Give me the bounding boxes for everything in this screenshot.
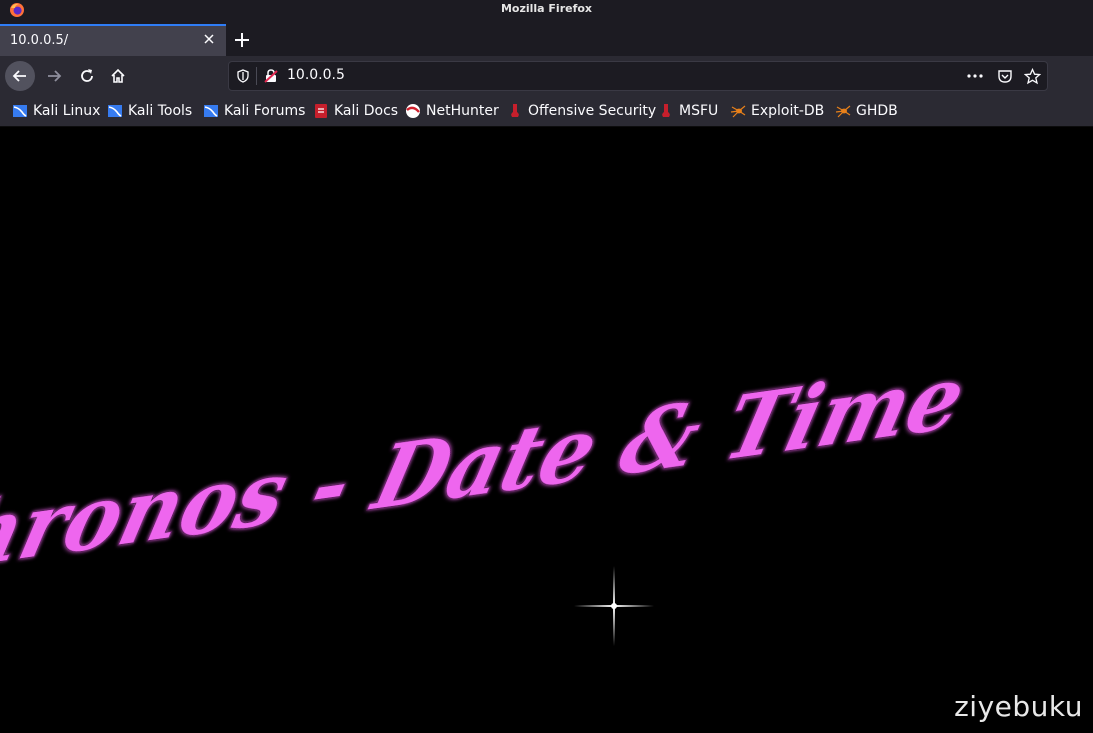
bookmark-label: MSFU [679, 103, 719, 119]
bookmark-label: Kali Linux [33, 103, 101, 119]
kali-docs-icon [315, 104, 327, 118]
offsec-icon [662, 104, 670, 117]
kali-dragon-icon [13, 105, 27, 117]
bookmark-label: Offensive Security [528, 103, 657, 119]
offsec-icon [511, 104, 519, 117]
back-button[interactable] [5, 61, 35, 91]
pocket-icon[interactable] [997, 68, 1013, 84]
bookmark-kali-tools[interactable]: Kali Tools [107, 101, 192, 121]
bookmark-star-icon[interactable] [1024, 68, 1041, 85]
kali-dragon-icon [204, 105, 218, 117]
bookmark-kali-forums[interactable]: Kali Forums [203, 101, 305, 121]
bookmark-kali-docs[interactable]: Kali Docs [313, 101, 398, 121]
new-tab-icon[interactable] [230, 28, 254, 52]
exploitdb-spider-icon [730, 105, 746, 118]
bookmark-nethunter[interactable]: NetHunter [405, 101, 499, 121]
bookmark-ghdb[interactable]: GHDB [835, 101, 898, 121]
url-bar[interactable]: 10.0.0.5 [228, 61, 1048, 91]
reload-button[interactable] [72, 61, 102, 91]
arrow-right-icon [48, 70, 62, 82]
bookmark-kali-linux[interactable]: Kali Linux [12, 101, 100, 121]
home-icon [111, 68, 125, 83]
exploitdb-spider-icon [835, 105, 851, 118]
bookmark-offensive-security[interactable]: Offensive Security [507, 101, 656, 121]
bookmark-exploit-db[interactable]: Exploit-DB [730, 101, 824, 121]
page-content: Chronos - Date & Time ziyebuku [0, 127, 1093, 733]
bookmark-label: Kali Docs [334, 103, 399, 119]
url-divider [256, 67, 257, 85]
bookmark-label: Kali Tools [128, 103, 193, 119]
insecure-lock-icon[interactable] [263, 68, 279, 84]
forward-button[interactable] [39, 61, 69, 91]
bookmark-msfu[interactable]: MSFU [658, 101, 718, 121]
home-button[interactable] [103, 61, 133, 91]
close-tab-icon[interactable] [202, 32, 216, 46]
kali-dragon-icon [108, 105, 122, 117]
sparkle-icon [574, 566, 654, 646]
bookmarks-toolbar: Kali Linux Kali Tools Kali Forums Kali D… [0, 96, 1093, 127]
nethunter-icon [406, 104, 420, 118]
tracking-protection-shield-icon[interactable] [236, 69, 250, 83]
bookmark-label: Exploit-DB [751, 103, 825, 119]
arrow-left-icon [12, 70, 26, 82]
tab-title: 10.0.0.5/ [10, 33, 69, 48]
url-text[interactable]: 10.0.0.5 [287, 67, 345, 83]
tab-strip: 10.0.0.5/ [0, 20, 1093, 56]
page-heading-text: Chronos - Date & Time [0, 344, 975, 597]
reload-icon [81, 69, 93, 82]
bookmark-label: GHDB [856, 103, 898, 119]
page-actions-menu-icon[interactable] [966, 69, 984, 83]
title-bar: Mozilla Firefox [0, 0, 1093, 20]
browser-window: Mozilla Firefox 10.0.0.5/ 10.0.0.5 Kali … [0, 0, 1093, 733]
tab-active[interactable]: 10.0.0.5/ [0, 24, 226, 56]
nav-bar: 10.0.0.5 [0, 56, 1093, 96]
window-title: Mozilla Firefox [500, 2, 593, 15]
bookmark-label: NetHunter [426, 103, 499, 119]
page-heading: Chronos - Date & Time [0, 343, 976, 598]
bookmark-label: Kali Forums [224, 103, 306, 119]
watermark: ziyebuku [954, 690, 1083, 723]
